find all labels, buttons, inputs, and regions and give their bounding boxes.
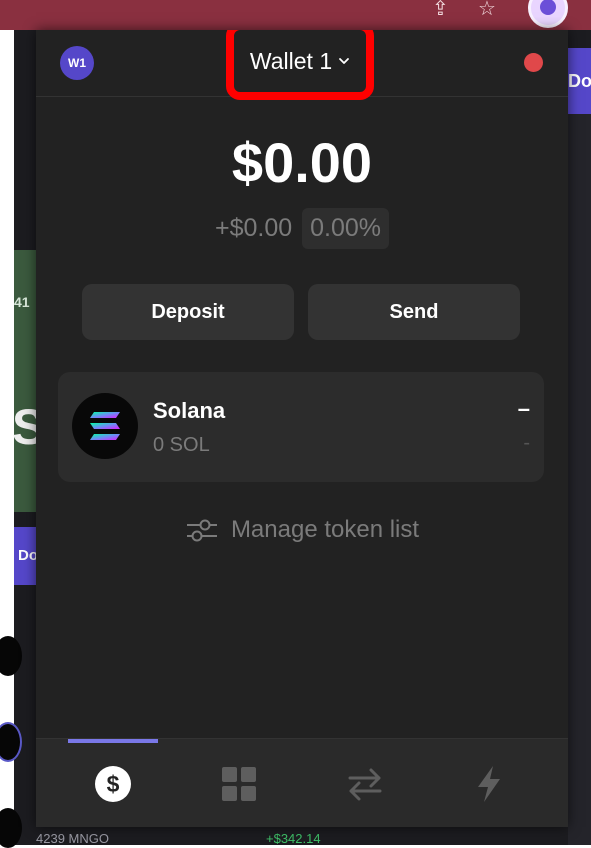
token-amount: 0 SOL <box>153 434 210 456</box>
manage-token-list-label: Manage token list <box>230 516 420 543</box>
chevron-down-icon <box>339 58 350 64</box>
total-balance: $0.00 <box>231 131 373 194</box>
token-value: – <box>517 396 530 421</box>
swap-icon <box>348 768 381 800</box>
balance-change-amount: +$0.00 <box>214 214 293 242</box>
background-token-change: +$342.14 <box>266 831 321 846</box>
deposit-button[interactable]: Deposit <box>82 284 294 340</box>
lightning-icon <box>477 765 500 802</box>
background-button-right[interactable]: Do <box>566 48 591 114</box>
background-label: 41 <box>14 294 30 310</box>
wallet-avatar[interactable]: W1 <box>60 46 94 80</box>
background-token-amount: 4239 MNGO <box>36 831 109 846</box>
token-row-solana[interactable]: Solana 0 SOL – - <box>58 372 544 482</box>
wallet-selector[interactable]: Wallet 1 <box>226 30 374 100</box>
share-icon[interactable]: ⇪ <box>432 0 449 19</box>
tab-swap[interactable] <box>298 739 431 827</box>
extension-icon[interactable] <box>528 0 568 28</box>
balance-change-percent: 0.00% <box>302 208 390 249</box>
browser-toolbar: ⇪ ☆ <box>0 0 591 30</box>
background-button-left[interactable]: Do <box>14 527 36 585</box>
wallet-name: Wallet 1 <box>249 47 333 74</box>
wallet-popup: W1 Wallet 1 $0.00 +$0.00 0.00% Deposit S… <box>36 30 568 827</box>
manage-token-list-button[interactable]: Manage token list <box>36 516 568 544</box>
tab-activity[interactable] <box>422 739 555 827</box>
tab-collectibles[interactable] <box>172 739 305 827</box>
star-icon[interactable]: ☆ <box>478 0 496 19</box>
background-card <box>14 250 36 512</box>
grid-icon <box>221 766 256 801</box>
token-change: - <box>523 432 530 454</box>
send-button[interactable]: Send <box>308 284 520 340</box>
tab-tokens[interactable]: $ <box>46 739 179 827</box>
popup-header: W1 Wallet 1 <box>36 30 568 100</box>
dollar-icon: $ <box>94 765 131 802</box>
token-name: Solana <box>153 398 226 423</box>
bottom-nav: $ <box>36 738 568 827</box>
sliders-icon <box>186 519 217 542</box>
svg-text:$: $ <box>106 771 119 797</box>
solana-logo-icon <box>72 393 138 459</box>
connection-status-dot[interactable] <box>524 53 543 72</box>
background-panel <box>568 114 591 845</box>
balance-change-row: +$0.00 0.00% <box>36 208 568 249</box>
